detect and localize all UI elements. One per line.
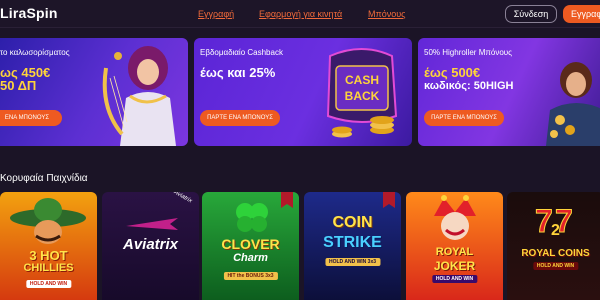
nav-link-register[interactable]: Εγγραφή	[198, 9, 234, 19]
promo-banner-welcome[interactable]: το καλωσορίσματος ως 450€ 50 ΔΠ ΕΝΑ ΜΠΟΝ…	[0, 38, 188, 146]
promo-amount: έως και 25%	[200, 65, 276, 80]
cashback-label-bottom: BACK	[345, 89, 380, 103]
game-title-line2: CHILLIES	[23, 262, 74, 274]
goddess-harp-illustration	[102, 46, 176, 146]
promo-code: κωδικός: 50HIGH	[424, 80, 514, 92]
top-header: LiraSpin Εγγραφή Εφαρμογή για κινητά Μπό…	[0, 0, 600, 28]
plane-icon	[126, 218, 178, 230]
game-tile-coin-strike[interactable]: COIN STRIKE HOLD AND WIN 3x3	[304, 192, 401, 300]
game-title-line1: COIN	[332, 214, 373, 231]
promo-amount: έως 500€	[424, 65, 481, 80]
promo-title: το καλωσορίσματος	[0, 48, 70, 57]
nav-link-mobile-app[interactable]: Εφαρμογή για κινητά	[259, 9, 342, 19]
pirate-illustration	[546, 62, 600, 146]
get-bonus-button[interactable]: ΠΑΡΤΕ ΕΝΑ ΜΠΟΝΟΥΣ	[424, 110, 504, 126]
promo-free-spins: 50 ΔΠ	[0, 78, 37, 93]
nav-link-bonuses[interactable]: Μπόνους	[368, 9, 405, 19]
clover-icon	[236, 203, 268, 232]
get-bonus-button[interactable]: ΠΑΡΤΕ ΕΝΑ ΜΠΟΝΟΥΣ	[200, 110, 280, 126]
top-games-heading: Κορυφαία Παιχνίδια	[0, 173, 88, 184]
game-title-line2: JOKER	[433, 259, 476, 273]
game-tile-royal-joker[interactable]: ROYAL JOKER HOLD AND WIN	[406, 192, 503, 300]
game-subtitle: HOLD AND WIN	[532, 262, 579, 270]
game-tile-aviatrix[interactable]: Aviatrix Aviatrix	[102, 192, 199, 300]
game-title-line1: CLOVER	[221, 236, 280, 252]
game-tile-3-hot-chillies[interactable]: 3 HOT CHILLIES HOLD AND WIN	[0, 192, 97, 300]
game-number: 2	[551, 222, 560, 239]
promo-title: 50% Highroller Μπόνους	[424, 48, 513, 57]
bookmark-icon	[281, 192, 293, 208]
game-title-line1: ROYAL	[435, 246, 474, 258]
game-title: ROYAL COINS	[521, 248, 590, 259]
game-title: Aviatrix	[122, 236, 179, 253]
game-subtitle: HIT the BONUS 3x3	[223, 272, 278, 280]
promo-banner-highroller[interactable]: 50% Highroller Μπόνους έως 500€ κωδικός:…	[418, 38, 600, 146]
sombrero-character-icon	[10, 198, 86, 244]
get-bonus-button[interactable]: ΕΝΑ ΜΠΟΝΟΥΣ	[0, 110, 62, 126]
game-subtitle: HOLD AND WIN	[431, 275, 478, 283]
site-logo[interactable]: LiraSpin	[0, 5, 58, 21]
game-subtitle: HOLD AND WIN	[25, 280, 72, 288]
game-subtitle: HOLD AND WIN 3x3	[324, 258, 381, 266]
register-button[interactable]: Εγγραφ	[563, 5, 600, 23]
game-title-line2: STRIKE	[323, 234, 382, 251]
cashback-slot-illustration: CASH BACK	[326, 48, 398, 138]
cashback-label-top: CASH	[345, 73, 379, 87]
promo-title: Εβδομαδιαίο Cashback	[200, 48, 283, 57]
corner-brand-label: Aviatrix	[173, 192, 194, 205]
joker-face-icon	[434, 195, 476, 240]
game-tile-clover-charm[interactable]: CLOVER Charm HIT the BONUS 3x3	[202, 192, 299, 300]
game-tile-royal-coins-2[interactable]: 7 7 2 ROYAL COINS HOLD AND WIN	[507, 192, 600, 300]
game-title-line1: 3 HOT	[29, 248, 68, 263]
login-button[interactable]: Σύνδεση	[505, 5, 557, 23]
game-title-line2: Charm	[233, 252, 268, 264]
bookmark-icon	[383, 192, 395, 208]
promo-banner-cashback[interactable]: Εβδομαδιαίο Cashback έως και 25% ΠΑΡΤΕ Ε…	[194, 38, 412, 146]
